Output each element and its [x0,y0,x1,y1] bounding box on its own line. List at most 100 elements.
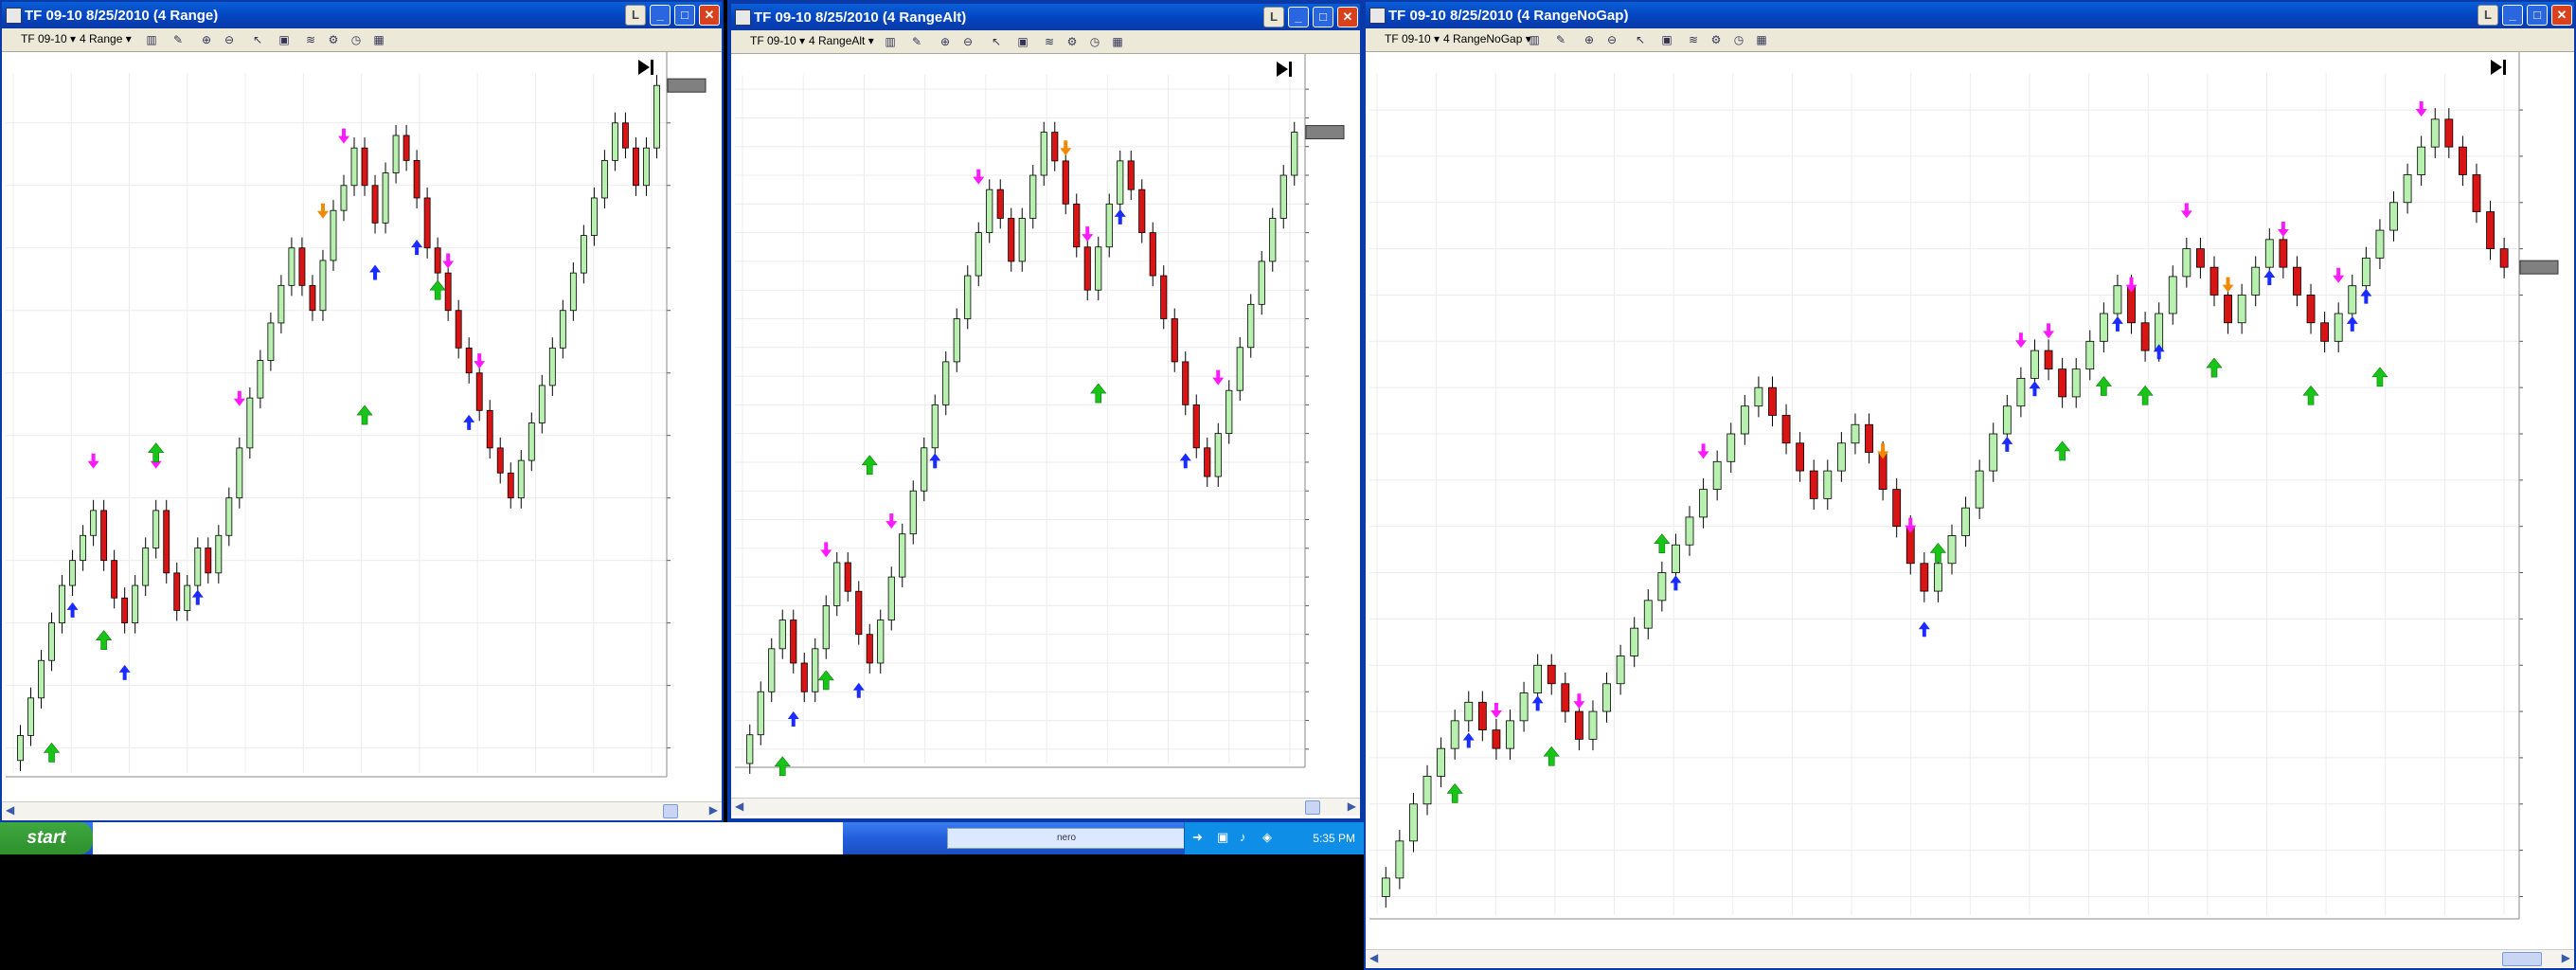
scroll-right-icon[interactable]: ▶ [1348,799,1356,813]
clock-icon[interactable]: ◷ [1731,32,1746,47]
window-titlebar[interactable]: TF 09-10 8/25/2010 (4 RangeNoGap) L _ □ … [1366,2,2574,28]
pencil-icon[interactable]: ✎ [1553,32,1568,47]
indicators-icon[interactable]: ≋ [1042,34,1057,49]
chart-window-4-rangenogap[interactable]: TF 09-10 8/25/2010 (4 RangeNoGap) L _ □ … [1364,0,2576,970]
price-chart[interactable] [6,52,718,803]
properties-icon[interactable]: ▣ [1015,34,1030,49]
grid-icon[interactable]: ▦ [371,32,386,47]
volume-icon[interactable]: ♪ [1240,830,1246,844]
indicators-icon[interactable]: ≋ [303,32,318,47]
indicators-icon[interactable]: ≋ [1686,32,1701,47]
candle-body [1947,535,1957,565]
grid-icon[interactable]: ▦ [1110,34,1125,49]
bar-type-icon[interactable]: ▥ [1527,32,1542,47]
window-titlebar[interactable]: TF 09-10 8/25/2010 (4 RangeAlt) L _ □ ✕ [731,4,1360,30]
candle-body [2375,229,2385,259]
minimize-button[interactable]: _ [2502,5,2523,26]
chart-toolbar: TF 09-10 ▾ 4 RangeAlt ▾ ▥ ✎ ⊕ ⊖ ↖ ▣ ≋ ⚙ … [731,30,1360,54]
properties-icon[interactable]: ▣ [277,32,292,47]
last-price-box [2519,260,2559,275]
close-button[interactable]: ✕ [2551,5,2572,26]
strategies-icon[interactable]: ⚙ [1064,34,1080,49]
strategies-icon[interactable]: ⚙ [1708,32,1724,47]
link-button[interactable]: L [1263,7,1284,27]
maximize-button[interactable]: □ [2527,5,2548,26]
scroll-right-icon[interactable]: ▶ [709,803,718,817]
pencil-icon[interactable]: ✎ [909,34,924,49]
up-arrow-icon [787,710,799,727]
pointer-icon[interactable]: ↖ [1633,32,1648,47]
candle-body [298,247,306,286]
candle-body [1643,600,1653,629]
scroll-left-icon[interactable]: ◀ [6,803,14,817]
candle-body [1105,203,1113,248]
close-button[interactable]: ✕ [1337,7,1358,27]
strategies-icon[interactable]: ⚙ [326,32,341,47]
scroll-thumb[interactable] [1305,800,1320,815]
last-price-box [667,78,707,93]
bar-type-icon[interactable]: ▥ [883,34,898,49]
instrument-selector[interactable]: TF 09-10 ▾ [1385,32,1440,45]
link-button[interactable]: L [2478,5,2498,26]
price-chart[interactable] [1369,52,2570,945]
horizontal-scrollbar[interactable]: ◀ ▶ [731,798,1360,816]
horizontal-scrollbar[interactable]: ◀ ▶ [1366,949,2574,967]
candle-body [1519,692,1529,722]
candle-body [1127,160,1135,190]
green-signal-arrow-icon [96,630,113,650]
security-icon[interactable]: ◈ [1262,830,1272,845]
zoom-out-icon[interactable]: ⊖ [1604,32,1619,47]
pointer-icon[interactable]: ↖ [989,34,1004,49]
zoom-in-icon[interactable]: ⊕ [1582,32,1597,47]
scroll-thumb[interactable] [663,804,678,818]
pencil-icon[interactable]: ✎ [170,32,186,47]
candle-body [2251,266,2261,296]
close-button[interactable]: ✕ [699,5,720,26]
chart-window-4-range[interactable]: TF 09-10 8/25/2010 (4 Range) L _ □ ✕ TF … [0,0,724,822]
candle-body [1204,447,1211,477]
clock-icon[interactable]: ◷ [1087,34,1102,49]
down-arrow-icon [1697,443,1709,459]
period-selector[interactable]: 4 Range ▾ [80,32,132,45]
candle-body [600,159,608,199]
up-arrow-icon [1114,208,1126,225]
horizontal-scrollbar[interactable]: ◀ ▶ [2,801,722,819]
minimize-button[interactable]: _ [1288,7,1309,27]
zoom-in-icon[interactable]: ⊕ [199,32,214,47]
scroll-left-icon[interactable]: ◀ [735,799,743,813]
candle-body [475,372,483,411]
zoom-out-icon[interactable]: ⊖ [222,32,237,47]
grid-icon[interactable]: ▦ [1754,32,1769,47]
scroll-left-icon[interactable]: ◀ [1369,951,1378,964]
period-selector[interactable]: 4 RangeAlt ▾ [809,34,874,47]
start-button[interactable]: start [0,822,93,854]
window-titlebar[interactable]: TF 09-10 8/25/2010 (4 Range) L _ □ ✕ [2,2,722,28]
instrument-selector[interactable]: TF 09-10 ▾ [21,32,76,45]
pointer-icon[interactable]: ↖ [250,32,265,47]
nero-search-box[interactable]: nero [947,828,1186,849]
zoom-out-icon[interactable]: ⊖ [960,34,975,49]
price-chart[interactable] [735,54,1356,794]
zoom-in-icon[interactable]: ⊕ [938,34,953,49]
scroll-thumb[interactable] [2502,952,2542,966]
maximize-button[interactable]: □ [1313,7,1333,27]
maximize-button[interactable]: □ [674,5,695,26]
candle-body [1602,683,1611,712]
properties-icon[interactable]: ▣ [1659,32,1674,47]
candle-body [1269,218,1277,262]
scroll-right-icon[interactable]: ▶ [2562,951,2570,964]
network-icon[interactable]: ▣ [1217,830,1228,845]
clock-icon[interactable]: ◷ [349,32,364,47]
period-selector[interactable]: 4 RangeNoGap ▾ [1443,32,1531,45]
link-button[interactable]: L [625,5,646,26]
candle-body [455,310,462,349]
taskbar-clock[interactable]: 5:35 PM [1313,832,1355,845]
tray-arrow-icon[interactable]: ➜ [1192,830,1203,845]
instrument-selector[interactable]: TF 09-10 ▾ [750,34,805,47]
minimize-button[interactable]: _ [650,5,671,26]
chart-window-4-rangealt[interactable]: TF 09-10 8/25/2010 (4 RangeAlt) L _ □ ✕ … [727,0,1364,822]
bar-type-icon[interactable]: ▥ [144,32,159,47]
candle-body [975,232,982,277]
down-arrow-icon [233,390,245,406]
candle-body [1008,218,1015,262]
